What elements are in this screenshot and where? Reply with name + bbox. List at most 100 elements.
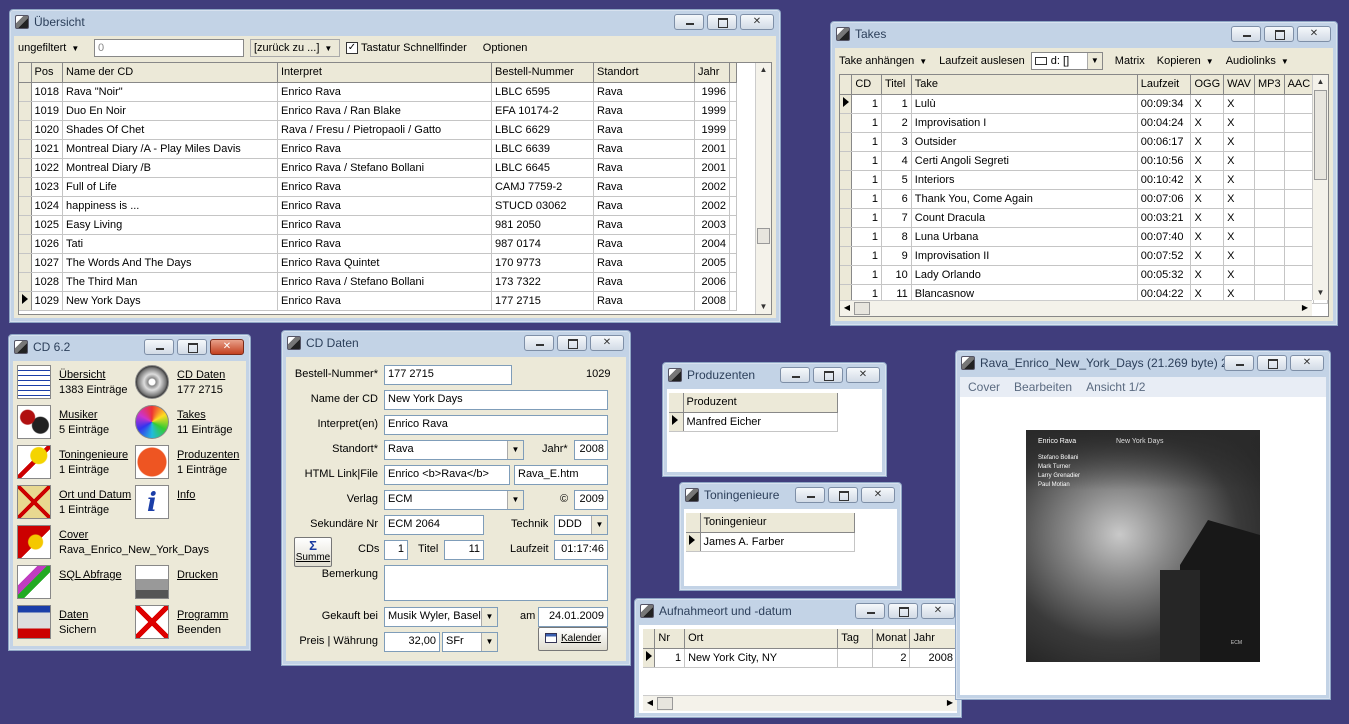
table-cell[interactable]: Luna Urbana	[911, 227, 1138, 247]
table-cell[interactable]: 1023	[31, 177, 63, 197]
table-cell[interactable]: Enrico Rava / Stefano Bollani	[277, 272, 492, 292]
table-cell[interactable]	[1254, 265, 1285, 285]
table-row[interactable]: 1026 Tati Enrico Rava 987 0174 Rava 2004	[19, 234, 737, 254]
copyright-year-field[interactable]: 2009	[574, 490, 608, 510]
producer-face-icon[interactable]	[135, 445, 169, 479]
table-cell[interactable]: 2008	[694, 291, 730, 311]
table-cell[interactable]	[1284, 208, 1315, 228]
table-row[interactable]: 1018 Rava "Noir" Enrico Rava LBLC 6595 Rava 1…	[19, 82, 737, 102]
table-cell[interactable]	[1284, 113, 1315, 133]
nav-item-0[interactable]: Übersicht 1383 Einträge	[59, 368, 128, 398]
table-cell[interactable]: 1	[851, 94, 882, 114]
copy-menu[interactable]: Kopieren ▼	[1157, 55, 1214, 67]
table-cell[interactable]: 173 7322	[491, 272, 594, 292]
minimize-button[interactable]	[144, 339, 174, 355]
table-cell[interactable]	[1254, 208, 1285, 228]
column-header[interactable]: Titel	[881, 75, 912, 95]
table-cell[interactable]: 2	[872, 648, 911, 668]
table-cell[interactable]: 1996	[694, 82, 730, 102]
maximize-button[interactable]	[888, 603, 918, 619]
table-cell[interactable]: Improvisation II	[911, 246, 1138, 266]
sum-button[interactable]: Σ Summe	[294, 537, 332, 567]
table-cell[interactable]	[1284, 151, 1315, 171]
table-cell[interactable]: 2	[881, 113, 912, 133]
table-cell[interactable]	[1254, 170, 1285, 190]
cover-menu-edit[interactable]: Bearbeiten	[1014, 380, 1072, 394]
table-cell[interactable]	[1284, 189, 1315, 209]
nav-item-8[interactable]: Cover Rava_Enrico_New_York_Days	[59, 528, 209, 558]
table-cell[interactable]: X	[1190, 170, 1225, 190]
table-row[interactable]: 1027 The Words And The Days Enrico Rava Qu…	[19, 253, 737, 273]
nav-item-12[interactable]: Programm Beenden	[177, 608, 228, 638]
maximize-button[interactable]	[1264, 26, 1294, 42]
table-row[interactable]: 1028 The Third Man Enrico Rava / Stefano B…	[19, 272, 737, 292]
table-cell[interactable]	[1254, 132, 1285, 152]
column-header[interactable]: Nr	[654, 629, 686, 649]
bought-at-select[interactable]: Musik Wyler, Basel ▼	[384, 607, 498, 627]
take-append-menu[interactable]: Take anhängen ▼	[839, 55, 927, 67]
location-icon[interactable]	[17, 485, 51, 519]
table-cell[interactable]: 00:09:34	[1137, 94, 1192, 114]
table-cell[interactable]: LBLC 6595	[491, 82, 594, 102]
produzenten-titlebar[interactable]: Produzenten	[663, 363, 886, 387]
table-cell[interactable]: Enrico Rava / Ran Blake	[277, 101, 492, 121]
cd-name-field[interactable]: New York Days	[384, 390, 608, 410]
column-header[interactable]: MP3	[1254, 75, 1285, 95]
cover-titlebar[interactable]: Rava_Enrico_New_York_Days (21.269 byte) …	[956, 351, 1330, 375]
table-cell[interactable]: 1	[851, 151, 882, 171]
table-cell[interactable]: X	[1190, 189, 1225, 209]
table-cell[interactable]: Easy Living	[62, 215, 278, 235]
main-titlebar[interactable]: CD 6.2	[9, 335, 250, 359]
minimize-button[interactable]	[855, 603, 885, 619]
column-header[interactable]: Bestell-Nummer	[491, 63, 594, 83]
table-cell[interactable]	[1284, 227, 1315, 247]
price-field[interactable]: 32,00	[384, 632, 440, 652]
table-cell[interactable]: Enrico Rava	[277, 234, 492, 254]
maximize-button[interactable]	[828, 487, 858, 503]
table-row[interactable]: 13Outsider00:06:17XX0	[840, 132, 1328, 152]
table-cell[interactable]: 1999	[694, 101, 730, 121]
table-cell[interactable]	[1254, 113, 1285, 133]
table-cell[interactable]: Enrico Rava	[277, 82, 492, 102]
table-row[interactable]: 1024 happiness is ... Enrico Rava STUCD 030…	[19, 196, 737, 216]
table-cell[interactable]: X	[1223, 227, 1255, 247]
table-cell[interactable]: 2001	[694, 158, 730, 178]
nav-item-7[interactable]: Info	[177, 488, 195, 503]
table-cell[interactable]: 1028	[31, 272, 63, 292]
cover-menu-view[interactable]: Ansicht 1/2	[1086, 380, 1145, 394]
table-cell[interactable]: 1	[851, 189, 882, 209]
table-cell[interactable]	[1254, 151, 1285, 171]
minimize-button[interactable]	[674, 14, 704, 30]
table-cell[interactable]: Rava	[593, 158, 695, 178]
table-cell[interactable]: 1	[881, 94, 912, 114]
table-cell[interactable]: Rava	[593, 120, 695, 140]
table-cell[interactable]: Rava	[593, 82, 695, 102]
uebersicht-titlebar[interactable]: Übersicht	[10, 10, 780, 34]
table-cell[interactable]: 1025	[31, 215, 63, 235]
table-cell[interactable]: 10	[881, 265, 912, 285]
table-cell[interactable]: X	[1190, 94, 1225, 114]
table-cell[interactable]: X	[1223, 265, 1255, 285]
table-cell[interactable]: 7	[881, 208, 912, 228]
cover-menu-cover[interactable]: Cover	[968, 380, 1000, 394]
table-cell[interactable]: 00:05:32	[1137, 265, 1192, 285]
table-cell[interactable]: Rava "Noir"	[62, 82, 278, 102]
back-dropdown[interactable]: [zurück zu ...] ▼	[250, 39, 340, 57]
table-row[interactable]: 1023 Full of Life Enrico Rava CAMJ 7759-2 Ra…	[19, 177, 737, 197]
table-cell[interactable]: 1022	[31, 158, 63, 178]
titles-field[interactable]: 11	[444, 540, 484, 560]
close-button[interactable]	[210, 339, 244, 355]
engineer-cell[interactable]: James A. Farber	[700, 532, 855, 552]
purchase-date-field[interactable]: 24.01.2009	[538, 607, 608, 627]
table-cell[interactable]	[1284, 246, 1315, 266]
close-button[interactable]	[921, 603, 955, 619]
table-row[interactable]: Manfred Eicher	[669, 412, 838, 432]
horizontal-scrollbar[interactable]: ◀ ▶	[840, 300, 1312, 316]
nav-item-4[interactable]: Toningenieure 1 Einträge	[59, 448, 128, 478]
table-cell[interactable]: Duo En Noir	[62, 101, 278, 121]
table-cell[interactable]: New York City, NY	[684, 648, 839, 668]
drive-select[interactable]: d: [] ▼	[1030, 52, 1103, 70]
table-cell[interactable]: Rava	[593, 177, 695, 197]
table-cell[interactable]: X	[1223, 246, 1255, 266]
table-cell[interactable]: LBLC 6639	[491, 139, 594, 159]
